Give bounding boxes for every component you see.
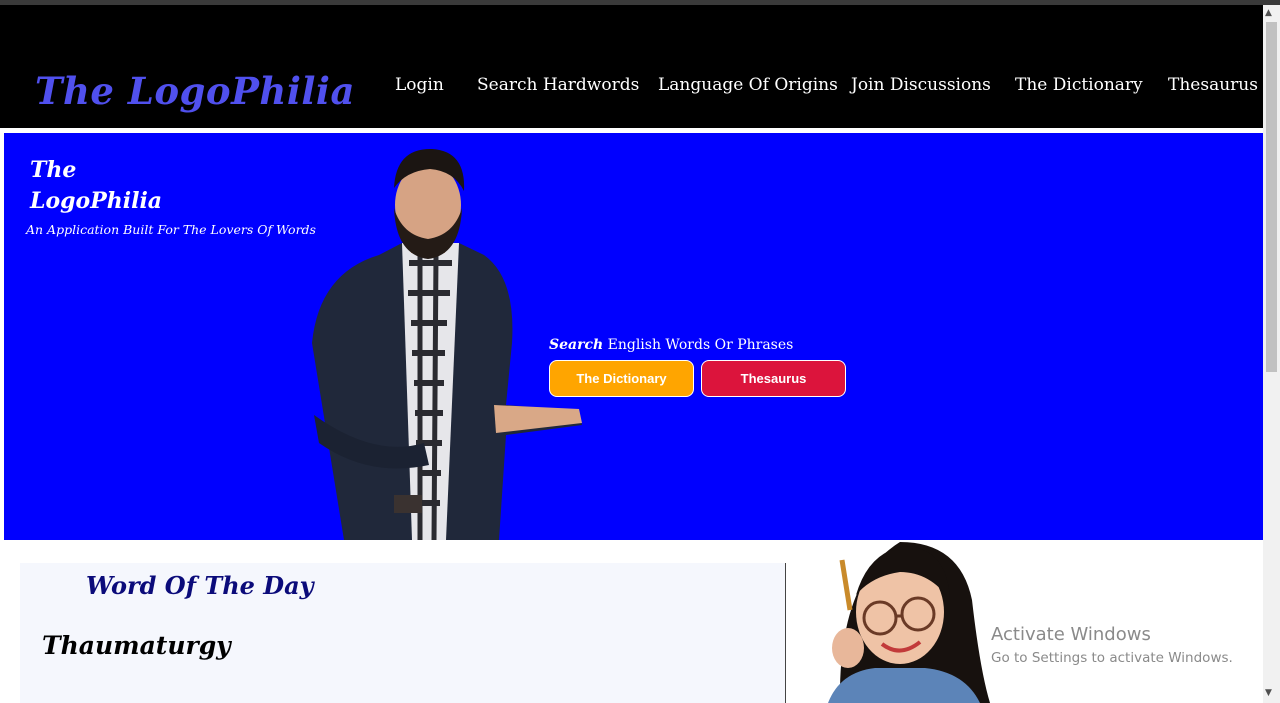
word-of-the-day-word: Thaumaturgy bbox=[42, 631, 231, 660]
brand-logo[interactable]: The LogoPhilia bbox=[35, 69, 355, 113]
presenter-man-image bbox=[312, 148, 582, 540]
scroll-up-arrow-icon[interactable]: ▲ bbox=[1265, 8, 1272, 18]
hero-banner: The LogoPhilia An Application Built For … bbox=[4, 133, 1263, 540]
top-navbar: The LogoPhilia Login Search Hardwords La… bbox=[0, 5, 1263, 128]
hero-title-line2: LogoPhilia bbox=[30, 188, 163, 214]
nav-thesaurus[interactable]: Thesaurus bbox=[1168, 75, 1258, 95]
activate-windows-subtitle: Go to Settings to activate Windows. bbox=[991, 650, 1233, 666]
search-prompt-text: English Words Or Phrases bbox=[607, 337, 794, 353]
scrollbar-thumb[interactable] bbox=[1266, 22, 1277, 372]
student-woman-image bbox=[828, 542, 990, 703]
word-of-the-day-card: Word Of The Day Thaumaturgy bbox=[20, 563, 786, 703]
search-prompt: Search English Words Or Phrases bbox=[549, 337, 793, 353]
nav-language-of-origins[interactable]: Language Of Origins bbox=[658, 75, 838, 95]
thesaurus-button[interactable]: Thesaurus bbox=[701, 360, 846, 397]
nav-login[interactable]: Login bbox=[395, 75, 444, 95]
hero-title-line1: The bbox=[30, 157, 77, 183]
hero-tagline: An Application Built For The Lovers Of W… bbox=[26, 222, 316, 237]
nav-the-dictionary[interactable]: The Dictionary bbox=[1015, 75, 1143, 95]
search-emphasis: Search bbox=[549, 337, 604, 353]
hero-title: The LogoPhilia bbox=[30, 155, 162, 217]
dictionary-button[interactable]: The Dictionary bbox=[549, 360, 694, 397]
scroll-down-arrow-icon[interactable]: ▼ bbox=[1265, 688, 1272, 698]
activate-windows-title: Activate Windows bbox=[991, 624, 1151, 645]
nav-join-discussions[interactable]: Join Discussions bbox=[851, 75, 991, 95]
nav-search-hardwords[interactable]: Search Hardwords bbox=[477, 75, 639, 95]
word-of-the-day-heading: Word Of The Day bbox=[86, 571, 314, 600]
